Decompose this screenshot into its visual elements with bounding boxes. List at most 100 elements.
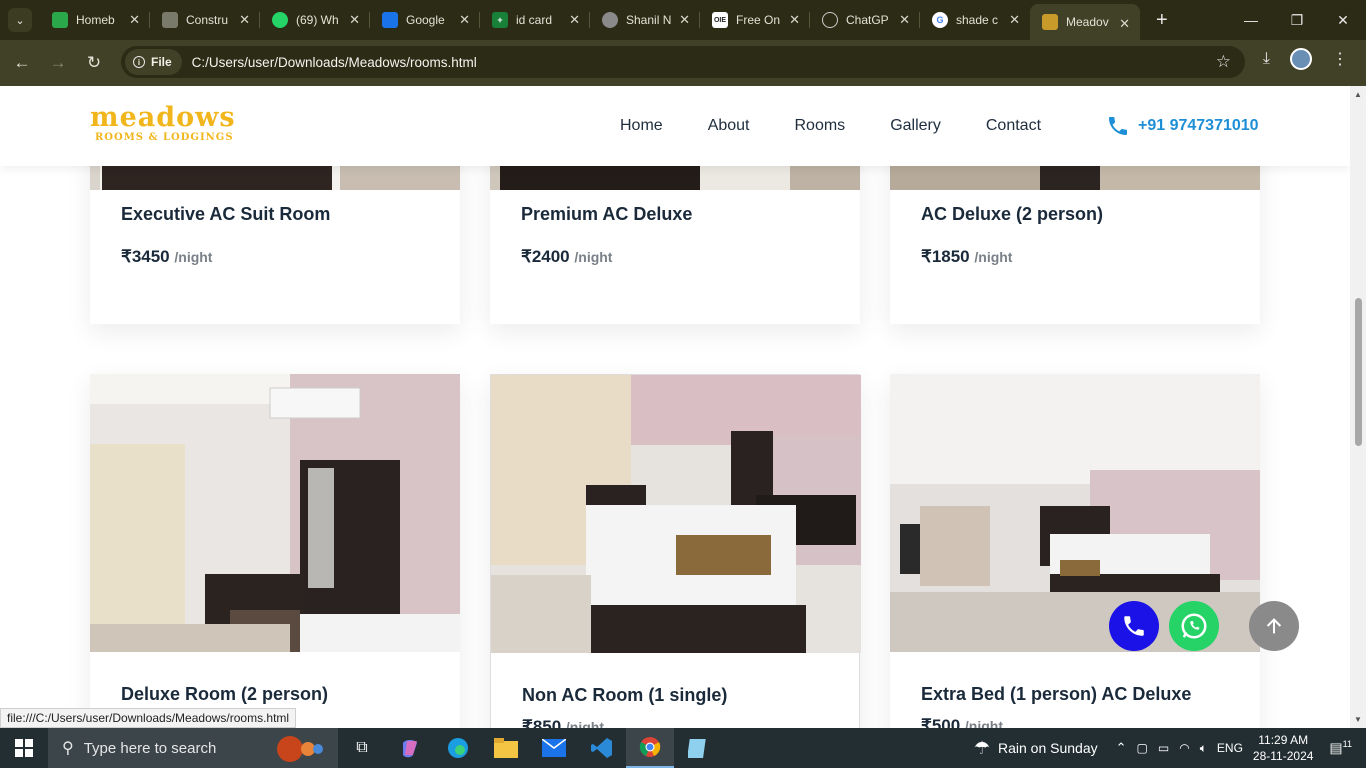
start-button[interactable] xyxy=(0,728,48,768)
clock-time: 11:29 AM xyxy=(1258,733,1309,747)
profile-avatar[interactable] xyxy=(1290,48,1312,70)
task-view-icon[interactable]: ⧉ xyxy=(338,728,386,768)
chrome-icon[interactable] xyxy=(626,728,674,768)
taskbar-search[interactable]: ⚲ Type here to search xyxy=(48,728,338,768)
reload-icon[interactable]: ↻ xyxy=(76,45,112,81)
close-icon[interactable]: ✕ xyxy=(459,12,470,28)
restore-icon[interactable]: ❐ xyxy=(1274,0,1320,40)
download-icon[interactable]: ⤓ xyxy=(1263,50,1270,68)
globe-icon xyxy=(602,12,618,28)
browser-tab[interactable]: Homeb ✕ xyxy=(40,0,150,40)
clock[interactable]: 11:29 AM 28-11-2024 xyxy=(1253,732,1314,764)
logo-main: meadows xyxy=(90,102,236,133)
back-icon[interactable]: ← xyxy=(4,45,40,81)
header-phone-link[interactable]: +91 9747371010 xyxy=(1106,114,1259,138)
scroll-down-icon[interactable]: ▼ xyxy=(1354,715,1362,724)
price-unit: /night xyxy=(574,249,613,265)
tab-title: shade c xyxy=(956,13,999,27)
site-header: meadows ROOMS & LODGINGS Home About Room… xyxy=(0,86,1350,166)
tab-title: (69) Wh xyxy=(296,13,339,27)
browser-tab[interactable]: Google ✕ xyxy=(370,0,480,40)
meet-now-icon[interactable]: ▢ xyxy=(1137,741,1148,755)
weather-widget[interactable]: ☂ Rain on Sunday xyxy=(974,738,1098,759)
site-info-chip[interactable]: i File xyxy=(125,49,182,75)
wifi-icon[interactable]: ◠ xyxy=(1179,741,1189,755)
scroll-up-icon[interactable]: ▲ xyxy=(1354,90,1362,99)
browser-tab[interactable]: OIE Free On ✕ xyxy=(700,0,810,40)
forward-icon[interactable]: → xyxy=(40,45,76,81)
horse-icon xyxy=(52,12,68,28)
main-nav: Home About Rooms Gallery Contact xyxy=(620,117,1086,135)
browser-tab[interactable]: Gshade c ✕ xyxy=(920,0,1030,40)
room-card[interactable]: Deluxe Room (2 person) xyxy=(90,374,460,728)
chevron-up-icon[interactable]: ⌃ xyxy=(1116,740,1127,756)
close-icon[interactable]: ✕ xyxy=(239,12,250,28)
close-icon[interactable]: ✕ xyxy=(789,12,800,28)
bookmark-star-icon[interactable]: ☆ xyxy=(1216,52,1231,72)
browser-tab[interactable]: + id card ✕ xyxy=(480,0,590,40)
close-icon[interactable]: ✕ xyxy=(569,12,580,28)
omnibox[interactable]: i File C:/Users/user/Downloads/Meadows/ro… xyxy=(121,46,1245,78)
close-icon[interactable]: ✕ xyxy=(129,12,140,28)
close-icon[interactable]: ✕ xyxy=(349,12,360,28)
volume-icon[interactable]: 🔈︎ xyxy=(1200,741,1207,756)
notifications-icon[interactable]: ▤11 xyxy=(1329,739,1352,757)
copilot-icon[interactable] xyxy=(386,728,434,768)
close-icon[interactable]: ✕ xyxy=(899,12,910,28)
close-window-icon[interactable]: ✕ xyxy=(1320,0,1366,40)
minimize-icon[interactable]: — xyxy=(1228,0,1274,40)
construction-icon xyxy=(162,12,178,28)
nav-gallery[interactable]: Gallery xyxy=(890,117,941,135)
room-title: Executive AC Suit Room xyxy=(121,204,331,224)
browser-tab[interactable]: Constru ✕ xyxy=(150,0,260,40)
language-indicator[interactable]: ENG xyxy=(1217,741,1243,755)
close-icon[interactable]: ✕ xyxy=(1119,16,1130,32)
floating-whatsapp-button[interactable] xyxy=(1169,601,1219,651)
room-card[interactable]: Extra Bed (1 person) AC Deluxe ₹500 /nig… xyxy=(890,374,1260,728)
room-card[interactable]: Non AC Room (1 single) ₹850 /night xyxy=(490,374,861,728)
nav-about[interactable]: About xyxy=(708,117,750,135)
phone-number: +91 9747371010 xyxy=(1138,117,1259,134)
file-explorer-icon[interactable] xyxy=(482,728,530,768)
chip-label: File xyxy=(151,55,172,69)
nav-home[interactable]: Home xyxy=(620,117,663,135)
close-icon[interactable]: ✕ xyxy=(1009,12,1020,28)
tab-title: Free On xyxy=(736,13,781,27)
tab-title: ChatGP xyxy=(846,13,889,27)
url-text[interactable]: C:/Users/user/Downloads/Meadows/rooms.ht… xyxy=(192,55,477,70)
browser-tab[interactable]: ChatGP ✕ xyxy=(810,0,920,40)
notepad-icon[interactable] xyxy=(674,728,722,768)
windows-taskbar: ⚲ Type here to search ⧉ ☂ Rain on Sunday… xyxy=(0,728,1366,768)
scrollbar-thumb[interactable] xyxy=(1355,298,1362,446)
edge-icon[interactable] xyxy=(434,728,482,768)
room-price: ₹2400 /night xyxy=(521,247,612,267)
whatsapp-icon xyxy=(272,12,288,28)
address-bar-row: ← → ↻ i File C:/Users/user/Downloads/Mead… xyxy=(0,40,1366,86)
tab-title: Constru xyxy=(186,13,229,27)
phone-icon xyxy=(1124,616,1144,636)
browser-tab[interactable]: (69) Wh ✕ xyxy=(260,0,370,40)
close-icon[interactable]: ✕ xyxy=(679,12,690,28)
vscode-icon[interactable] xyxy=(578,728,626,768)
floating-call-button[interactable] xyxy=(1109,601,1159,651)
price-unit: /night xyxy=(964,718,1004,728)
site-logo[interactable]: meadows ROOMS & LODGINGS xyxy=(90,102,236,144)
price-value: ₹1850 xyxy=(921,247,970,266)
nav-contact[interactable]: Contact xyxy=(986,117,1041,135)
battery-icon[interactable]: ▭ xyxy=(1158,741,1169,755)
browser-tab[interactable]: Shanil N ✕ xyxy=(590,0,700,40)
tab-search-button[interactable]: ⌄ xyxy=(8,8,32,32)
mail-icon[interactable] xyxy=(530,728,578,768)
browser-tab-active[interactable]: Meadov ✕ xyxy=(1030,4,1140,40)
back-to-top-button[interactable] xyxy=(1249,601,1299,651)
page-scrollbar[interactable]: ▲ ▼ xyxy=(1350,86,1366,728)
google-icon: G xyxy=(932,12,948,28)
whatsapp-icon xyxy=(1181,613,1207,639)
room-price: ₹500 /night xyxy=(921,716,1003,728)
new-tab-button[interactable]: + xyxy=(1156,9,1168,32)
search-placeholder: Type here to search xyxy=(83,739,217,757)
nav-rooms[interactable]: Rooms xyxy=(795,117,846,135)
more-menu-icon[interactable]: ⋮ xyxy=(1332,49,1348,69)
price-value: ₹500 xyxy=(921,716,961,728)
page-viewport: Executive AC Suit Room ₹3450 /night Prem… xyxy=(0,86,1350,728)
